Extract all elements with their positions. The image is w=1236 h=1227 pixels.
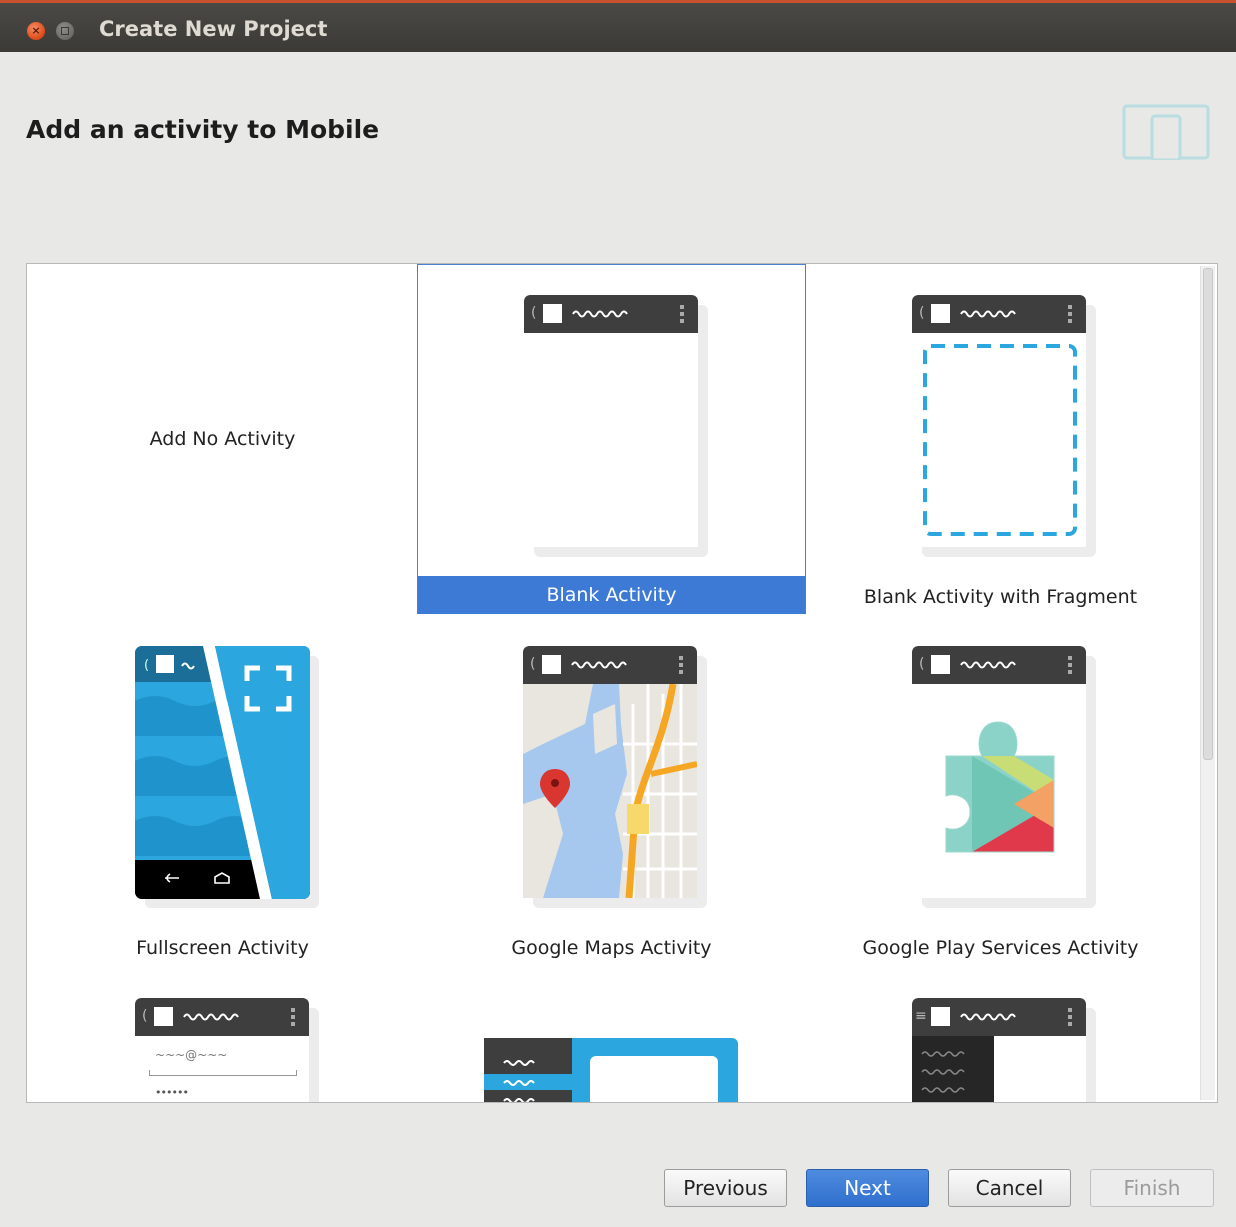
template-play-services-activity[interactable]: ( Google Play Services Activity [806,616,1195,966]
template-master-detail-flow[interactable] [417,968,806,1102]
maximize-window-icon[interactable] [56,22,74,40]
fragment-placeholder [923,344,1077,536]
template-google-maps-activity[interactable]: ( Google Maps Activity [417,616,806,966]
template-blank-activity-fragment[interactable]: ( Blank Activity with Fragment [806,265,1195,615]
page-title: Add an activity to Mobile [26,115,380,144]
svg-text:(: ( [144,658,149,673]
template-label: Fullscreen Activity [136,937,309,959]
device-form-factor-icon [1122,104,1210,160]
action-bar: ( [912,646,1086,684]
password-field-preview: •••••• [155,1086,189,1099]
template-fullscreen-activity[interactable]: ( Fullscreen Activity [28,616,417,966]
action-bar: ( [524,295,698,333]
template-label: Blank Activity [418,576,805,614]
template-navigation-drawer[interactable]: ≡ [806,968,1195,1102]
template-login-activity[interactable]: ( ~~~@~~~ •••••• [28,968,417,1102]
template-label: Blank Activity with Fragment [863,586,1138,608]
play-services-puzzle-icon [945,721,1055,853]
template-label: Add No Activity [149,428,296,450]
action-bar: ( [523,646,697,684]
template-blank-activity[interactable]: ( Blank Activity [417,264,806,614]
finish-button[interactable]: Finish [1090,1169,1214,1207]
template-add-no-activity[interactable]: Add No Activity [28,265,417,615]
gallery-scrollbar[interactable] [1200,266,1215,1100]
template-label: Google Play Services Activity [862,937,1139,959]
previous-button[interactable]: Previous [664,1169,787,1207]
action-bar: ≡ [912,998,1086,1036]
close-window-icon[interactable]: × [27,22,45,40]
master-detail-preview [484,1038,738,1102]
window-title: Create New Project [99,17,328,41]
cancel-button[interactable]: Cancel [948,1169,1071,1207]
email-field-preview: ~~~@~~~ [155,1048,228,1062]
action-bar: ( [135,998,309,1036]
window-titlebar: × Create New Project [0,0,1236,52]
scrollbar-thumb[interactable] [1203,268,1213,760]
action-bar: ( [912,295,1086,333]
template-label: Google Maps Activity [511,937,712,959]
next-button[interactable]: Next [806,1169,929,1207]
template-gallery[interactable]: Add No Activity ( Blank Activity (Blank… [26,263,1218,1103]
